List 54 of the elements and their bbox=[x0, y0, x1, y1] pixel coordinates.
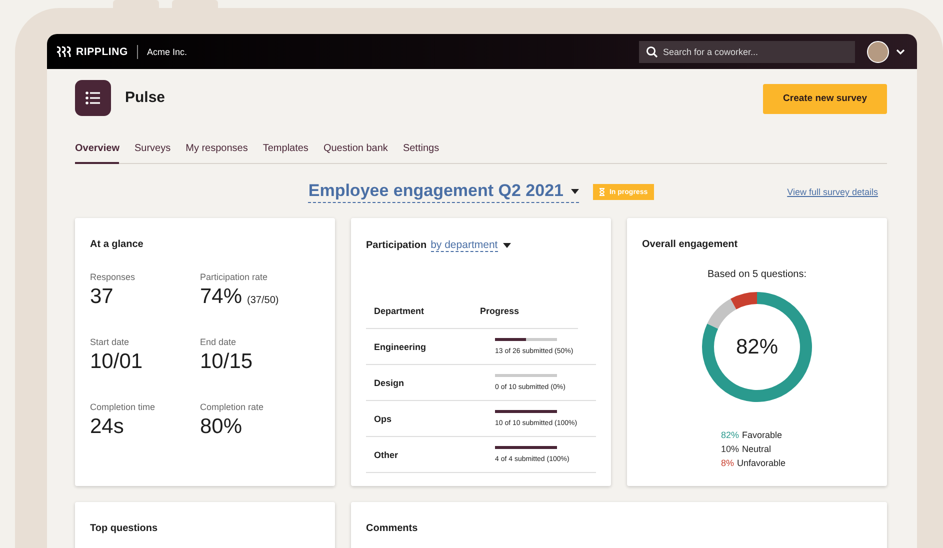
tab[interactable]: My responses bbox=[186, 143, 248, 163]
progress-bar bbox=[495, 446, 557, 449]
create-survey-button[interactable]: Create new survey bbox=[763, 84, 887, 114]
stat-label: End date bbox=[200, 337, 238, 347]
stat-value: 10/01 bbox=[90, 350, 143, 374]
avatar[interactable] bbox=[867, 40, 889, 62]
caret-icon bbox=[571, 188, 580, 194]
company-name: Acme Inc. bbox=[147, 46, 188, 56]
card-title: At a glance bbox=[90, 239, 144, 250]
column-header: Progress bbox=[479, 306, 520, 316]
card-title: Overall engagement bbox=[642, 239, 739, 250]
chevron-down-icon bbox=[896, 48, 905, 54]
stat-value: 80% bbox=[200, 415, 242, 439]
stat-label: Completion rate bbox=[200, 402, 265, 412]
survey-details-link[interactable]: View full survey details bbox=[787, 187, 878, 197]
donut-center-value: 82% bbox=[736, 336, 778, 358]
table-cell-text: Engineering bbox=[373, 342, 428, 352]
brand-name: RIPPLING bbox=[76, 46, 128, 58]
legend-item: 8% Unfavorable bbox=[721, 457, 787, 470]
stat-value: 74% bbox=[200, 285, 242, 309]
tab[interactable]: Surveys bbox=[134, 143, 171, 163]
stat-value: 37 bbox=[90, 285, 114, 309]
caret-icon bbox=[502, 243, 511, 248]
stat-label: Participation rate bbox=[200, 272, 269, 282]
stat-note: (37/50) bbox=[247, 295, 279, 306]
stat-value: 10/15 bbox=[200, 350, 253, 374]
legend-item: 10% Neutral bbox=[721, 443, 772, 456]
tab[interactable]: Overview bbox=[75, 143, 120, 164]
progress-bar bbox=[495, 410, 557, 413]
hourglass-icon bbox=[599, 188, 606, 196]
progress-bar bbox=[495, 338, 557, 341]
card-title: Comments bbox=[366, 523, 419, 534]
table-cell-text: Ops bbox=[373, 414, 393, 424]
chart-subtitle: Based on 5 questions: bbox=[706, 269, 808, 280]
search-field[interactable]: Search for a coworker... bbox=[639, 40, 855, 62]
table-cell-text: Other bbox=[373, 450, 400, 460]
stat-label: Completion time bbox=[90, 402, 156, 412]
stat-label: Responses bbox=[90, 272, 136, 282]
stat-label: Start date bbox=[90, 337, 130, 347]
tab[interactable]: Templates bbox=[262, 143, 308, 163]
app-title: Pulse bbox=[125, 89, 166, 106]
logo-icon bbox=[56, 46, 71, 58]
card-title: Top questions bbox=[90, 523, 159, 534]
column-header: Department bbox=[373, 306, 426, 316]
tab[interactable]: Question bank bbox=[323, 143, 388, 163]
tab[interactable]: Settings bbox=[402, 143, 440, 163]
search-icon bbox=[646, 46, 658, 58]
table-cell-text: Design bbox=[373, 378, 406, 388]
app-icon bbox=[75, 80, 111, 116]
legend-item: 82% Favorable bbox=[721, 429, 784, 442]
survey-title-dropdown[interactable]: Employee engagement Q2 2021 bbox=[308, 181, 580, 203]
stat-value: 24s bbox=[90, 415, 124, 439]
card-title: Participation bbox=[366, 240, 427, 251]
department-filter-dropdown[interactable]: by department bbox=[430, 239, 511, 252]
